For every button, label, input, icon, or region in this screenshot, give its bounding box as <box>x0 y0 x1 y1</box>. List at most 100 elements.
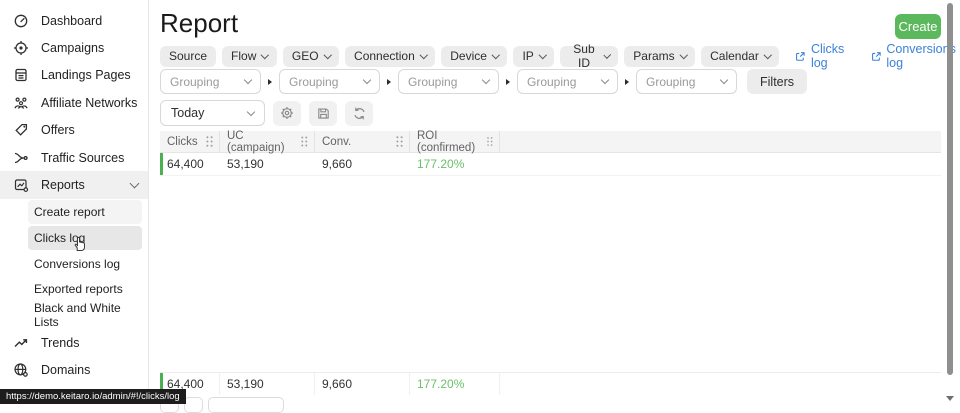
sidebar-item-black-white-lists[interactable]: Black and White Lists <box>28 303 142 327</box>
date-range-select[interactable]: Today <box>160 100 265 126</box>
chip-label: Flow <box>231 49 256 63</box>
column-header-roi-confirmed[interactable]: ROI (confirmed) <box>410 131 500 152</box>
sidebar-item-label: Dashboard <box>41 14 102 28</box>
chevron-down-icon <box>363 76 371 84</box>
chip-label: Device <box>450 49 487 63</box>
column-label: ROI (confirmed) <box>417 130 486 154</box>
browser-status-bar: https://demo.keitaro.io/admin/#!/clicks/… <box>0 389 186 404</box>
arrow-separator-icon <box>387 79 391 85</box>
filter-chip-params[interactable]: Params <box>624 46 695 67</box>
document-icon <box>13 67 29 83</box>
sidebar-item-label: Domains <box>41 363 90 377</box>
chip-label: Sub ID <box>569 42 598 70</box>
filter-chip-source[interactable]: Source <box>160 46 216 67</box>
sidebar-item-exported-reports[interactable]: Exported reports <box>28 277 142 301</box>
refresh-button[interactable] <box>345 101 373 126</box>
people-icon <box>13 95 29 111</box>
chevron-down-icon <box>539 51 547 59</box>
sidebar-item-label: Landings Pages <box>41 68 131 82</box>
table-body-empty-area <box>160 176 941 372</box>
drag-handle-icon[interactable] <box>205 135 214 148</box>
sidebar-item-label: Offers <box>41 123 75 137</box>
filter-chip-sub-id[interactable]: Sub ID <box>560 46 618 67</box>
dashboard-gauge-icon <box>13 13 29 29</box>
target-icon <box>13 40 29 56</box>
toolbar-row: Today <box>160 100 373 126</box>
sidebar-item-offers[interactable]: Offers <box>0 117 148 144</box>
grouping-row: Grouping Grouping Grouping Grouping Grou… <box>160 69 807 94</box>
filter-chip-device[interactable]: Device <box>441 46 507 67</box>
sidebar-item-domains[interactable]: Domains <box>0 356 148 383</box>
chip-label: Source <box>169 49 207 63</box>
sidebar-item-traffic-sources[interactable]: Traffic Sources <box>0 144 148 171</box>
totals-filler <box>500 373 941 395</box>
sidebar-item-campaigns[interactable]: Campaigns <box>0 34 148 61</box>
filter-chip-connection[interactable]: Connection <box>345 46 435 67</box>
column-label: Conv. <box>322 136 351 148</box>
table-totals-row: 64,400 53,190 9,660 177.20% <box>160 372 941 395</box>
create-button[interactable]: Create <box>895 14 941 39</box>
page-size-select[interactable] <box>208 397 284 413</box>
totals-conv: 9,660 <box>315 373 410 395</box>
chevron-down-icon <box>420 51 428 59</box>
table-header-row: Clicks UC (campaign) Conv. ROI (confirme… <box>160 131 941 153</box>
chevron-down-icon <box>720 76 728 84</box>
sidebar-item-label: Campaigns <box>41 41 104 55</box>
clicks-log-link[interactable]: Clicks log <box>795 42 854 70</box>
globe-icon <box>13 362 29 378</box>
cell-conv: 9,660 <box>315 153 410 175</box>
drag-handle-icon[interactable] <box>395 135 404 148</box>
cell-roi: 177.20% <box>410 153 500 175</box>
column-header-conv[interactable]: Conv. <box>315 131 410 152</box>
chevron-down-icon <box>130 178 140 188</box>
sidebar-item-create-report[interactable]: Create report <box>28 200 142 224</box>
pagination-next-button[interactable] <box>184 397 203 413</box>
filters-button[interactable]: Filters <box>747 69 807 94</box>
grouping-select-3[interactable]: Grouping <box>398 69 499 94</box>
grouping-placeholder: Grouping <box>646 75 695 89</box>
scrollbar-down-arrow-icon[interactable] <box>946 396 954 401</box>
refresh-icon <box>352 106 367 121</box>
chevron-down-icon <box>482 76 490 84</box>
vertical-scrollbar-thumb[interactable] <box>947 3 953 375</box>
totals-roi: 177.20% <box>410 373 500 395</box>
sidebar-item-reports[interactable]: Reports <box>0 171 148 198</box>
chip-label: Params <box>633 49 674 63</box>
sidebar-item-label: Reports <box>41 178 85 192</box>
drag-handle-icon[interactable] <box>300 135 309 148</box>
grouping-select-4[interactable]: Grouping <box>517 69 618 94</box>
grouping-placeholder: Grouping <box>170 75 219 89</box>
sidebar-item-trends[interactable]: Trends <box>0 329 148 356</box>
column-header-clicks[interactable]: Clicks <box>160 131 220 152</box>
sidebar-item-dashboard[interactable]: Dashboard <box>0 7 148 34</box>
filter-chip-flow[interactable]: Flow <box>222 46 277 67</box>
cell-uc-campaign: 53,190 <box>220 153 315 175</box>
external-link-icon <box>871 50 882 63</box>
sidebar-item-affiliate-networks[interactable]: Affiliate Networks <box>0 89 148 116</box>
grouping-placeholder: Grouping <box>289 75 338 89</box>
table-row[interactable]: 64,400 53,190 9,660 177.20% <box>160 153 941 176</box>
filter-chip-geo[interactable]: GEO <box>283 46 339 67</box>
sidebar-item-label: Traffic Sources <box>41 151 124 165</box>
column-header-uc-campaign[interactable]: UC (campaign) <box>220 131 315 152</box>
sidebar-subitem-label: Conversions log <box>34 257 120 271</box>
arrow-separator-icon <box>625 79 629 85</box>
chevron-down-icon <box>603 51 610 58</box>
column-header-filler <box>500 131 941 152</box>
grouping-select-1[interactable]: Grouping <box>160 69 261 94</box>
save-floppy-icon <box>316 106 331 121</box>
drag-handle-icon[interactable] <box>486 135 494 148</box>
settings-button[interactable] <box>273 101 301 126</box>
tag-icon <box>13 122 29 138</box>
column-label: UC (campaign) <box>227 130 300 154</box>
filter-chip-calendar[interactable]: Calendar <box>701 46 779 67</box>
grouping-select-2[interactable]: Grouping <box>279 69 380 94</box>
filter-chip-ip[interactable]: IP <box>513 46 554 67</box>
save-report-button[interactable] <box>309 101 337 126</box>
grouping-placeholder: Grouping <box>408 75 457 89</box>
grouping-select-5[interactable]: Grouping <box>636 69 737 94</box>
sidebar: Dashboard Campaigns Landings Pages Affil… <box>0 0 149 404</box>
chevron-down-icon <box>323 51 331 59</box>
report-table: Clicks UC (campaign) Conv. ROI (confirme… <box>160 131 941 395</box>
sidebar-item-landings-pages[interactable]: Landings Pages <box>0 62 148 89</box>
